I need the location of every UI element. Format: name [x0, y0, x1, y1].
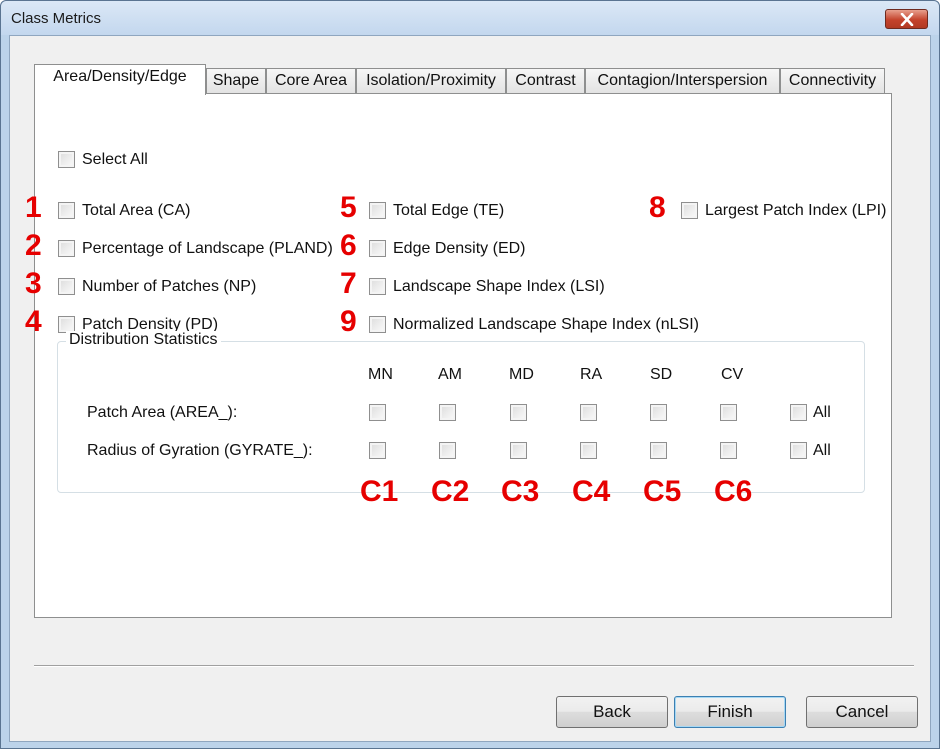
tab-isolation-proximity[interactable]: Isolation/Proximity [356, 68, 506, 94]
annotation-number: 4 [25, 305, 42, 338]
select-all-label: Select All [82, 151, 148, 168]
distribution-statistics-group: Distribution Statistics MN AM MD RA SD C… [57, 331, 865, 507]
patch-area-all-checkbox[interactable] [790, 404, 807, 421]
tab-panel-area-density-edge: Select All 1 Total Area (CA) 2 Percentag… [25, 93, 892, 618]
edge-density-label: Edge Density (ED) [393, 240, 526, 257]
column-tag: C2 [431, 475, 470, 508]
normalized-landscape-shape-index-label: Normalized Landscape Shape Index (nLSI) [393, 316, 699, 333]
gyrate-all-checkbox[interactable] [790, 442, 807, 459]
gyrate-md-checkbox[interactable] [510, 442, 527, 459]
edge-density-checkbox[interactable] [369, 240, 386, 257]
patch-area-sd-checkbox[interactable] [650, 404, 667, 421]
back-button[interactable]: Back [556, 696, 668, 728]
annotation-number: 1 [25, 191, 42, 224]
footer-divider [34, 665, 914, 667]
patch-area-md-checkbox[interactable] [510, 404, 527, 421]
patch-area-row-label: Patch Area (AREA_): [87, 404, 238, 421]
total-area-checkbox[interactable] [58, 202, 75, 219]
radius-of-gyration-row-label: Radius of Gyration (GYRATE_): [87, 442, 313, 459]
column-header-am: AM [438, 366, 462, 383]
tab-core-area[interactable]: Core Area [266, 68, 356, 94]
column-tag: C6 [714, 475, 753, 508]
total-area-label: Total Area (CA) [82, 202, 191, 219]
close-icon [900, 13, 914, 26]
dialog-body: Area/Density/Edge Shape Core Area Isolat… [9, 35, 931, 742]
annotation-number: 6 [340, 229, 357, 262]
landscape-shape-index-checkbox[interactable] [369, 278, 386, 295]
number-of-patches-label: Number of Patches (NP) [82, 278, 257, 295]
gyrate-cv-checkbox[interactable] [720, 442, 737, 459]
tab-shape[interactable]: Shape [206, 68, 266, 94]
annotation-number: 5 [340, 191, 357, 224]
annotation-number: 8 [649, 191, 666, 224]
gyrate-sd-checkbox[interactable] [650, 442, 667, 459]
cancel-button[interactable]: Cancel [806, 696, 918, 728]
patch-area-am-checkbox[interactable] [439, 404, 456, 421]
tab-area-density-edge[interactable]: Area/Density/Edge [34, 64, 206, 95]
number-of-patches-checkbox[interactable] [58, 278, 75, 295]
percentage-of-landscape-label: Percentage of Landscape (PLAND) [82, 240, 333, 257]
total-edge-label: Total Edge (TE) [393, 202, 505, 219]
select-all-checkbox[interactable] [58, 151, 75, 168]
patch-area-mn-checkbox[interactable] [369, 404, 386, 421]
gyrate-mn-checkbox[interactable] [369, 442, 386, 459]
window-title: Class Metrics [11, 10, 102, 27]
gyrate-am-checkbox[interactable] [439, 442, 456, 459]
patch-area-cv-checkbox[interactable] [720, 404, 737, 421]
column-header-ra: RA [580, 366, 603, 383]
title-bar[interactable]: Class Metrics [1, 1, 939, 35]
column-header-sd: SD [650, 366, 673, 383]
patch-area-all-label: All [813, 404, 831, 421]
patch-area-ra-checkbox[interactable] [580, 404, 597, 421]
total-edge-checkbox[interactable] [369, 202, 386, 219]
tab-connectivity[interactable]: Connectivity [780, 68, 885, 94]
tab-contagion-interspersion[interactable]: Contagion/Interspersion [585, 68, 780, 94]
column-tag: C5 [643, 475, 682, 508]
column-header-cv: CV [721, 366, 744, 383]
largest-patch-index-checkbox[interactable] [681, 202, 698, 219]
percentage-of-landscape-checkbox[interactable] [58, 240, 75, 257]
landscape-shape-index-label: Landscape Shape Index (LSI) [393, 278, 605, 295]
gyrate-all-label: All [813, 442, 831, 459]
group-title: Distribution Statistics [66, 331, 221, 349]
normalized-landscape-shape-index-checkbox[interactable] [369, 316, 386, 333]
finish-button[interactable]: Finish [674, 696, 786, 728]
annotation-number: 7 [340, 267, 357, 300]
column-tag: C4 [572, 475, 611, 508]
column-tag: C1 [360, 475, 399, 508]
close-button[interactable] [885, 9, 928, 29]
class-metrics-dialog: Class Metrics Area/Density/Edge Shape Co… [0, 0, 940, 749]
tab-contrast[interactable]: Contrast [506, 68, 585, 94]
annotation-number: 9 [340, 305, 357, 338]
column-tag: C3 [501, 475, 540, 508]
largest-patch-index-label: Largest Patch Index (LPI) [705, 202, 887, 219]
column-header-md: MD [509, 366, 534, 383]
annotation-number: 3 [25, 267, 42, 300]
annotation-number: 2 [25, 229, 42, 262]
gyrate-ra-checkbox[interactable] [580, 442, 597, 459]
column-header-mn: MN [368, 366, 393, 383]
